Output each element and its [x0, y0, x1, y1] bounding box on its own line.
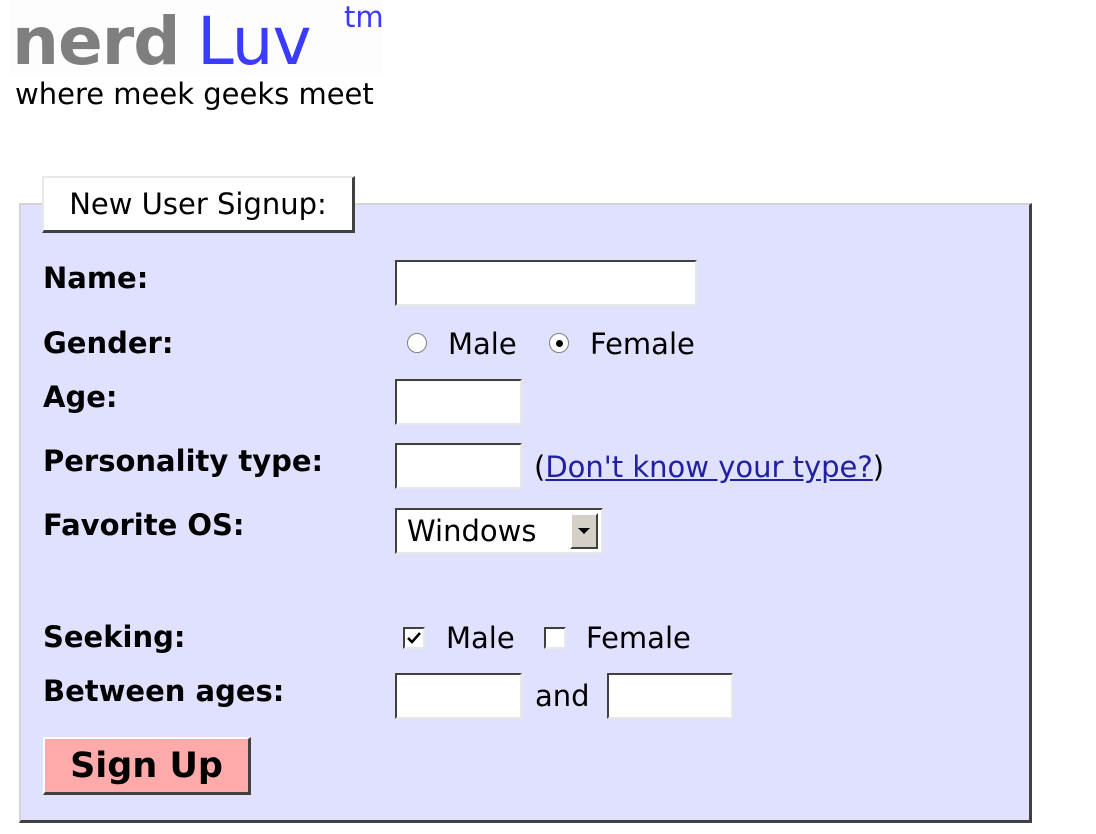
chevron-down-icon — [578, 528, 590, 534]
logo-trademark: tm — [344, 0, 384, 34]
personality-type-input[interactable] — [395, 443, 522, 489]
radio-selected-dot — [556, 340, 563, 347]
dont-know-type-link[interactable]: Don't know your type? — [545, 450, 872, 484]
seeking-female-label: Female — [586, 621, 691, 655]
gender-female-radio[interactable] — [549, 333, 569, 353]
age-label: Age: — [43, 380, 118, 414]
checkmark-icon — [407, 632, 421, 644]
gender-label: Gender: — [43, 326, 174, 360]
favorite-os-value: Windows — [407, 514, 537, 548]
min-age-input[interactable] — [395, 673, 522, 719]
paren-close: ) — [872, 450, 885, 484]
and-label: and — [535, 679, 590, 713]
personality-type-label: Personality type: — [43, 444, 324, 478]
age-input[interactable] — [395, 379, 522, 425]
gender-male-radio[interactable] — [407, 333, 427, 353]
logo-text-luv: Luv — [197, 3, 311, 80]
name-input[interactable] — [395, 260, 697, 306]
favorite-os-label: Favorite OS: — [43, 508, 245, 542]
gender-male-label: Male — [448, 327, 517, 361]
max-age-input[interactable] — [607, 673, 733, 719]
logo-text-nerd: nerd — [12, 3, 181, 80]
site-tagline: where meek geeks meet — [15, 77, 374, 111]
seeking-male-checkbox[interactable] — [403, 627, 425, 649]
signup-legend: New User Signup: — [42, 176, 355, 233]
between-ages-label: Between ages: — [43, 674, 285, 708]
gender-female-label: Female — [590, 327, 695, 361]
name-label: Name: — [43, 261, 149, 295]
dropdown-button[interactable] — [570, 513, 598, 549]
site-logo: nerd Luv tm — [10, 0, 384, 80]
paren-open: ( — [534, 450, 546, 484]
favorite-os-select[interactable]: Windows — [395, 508, 603, 554]
seeking-male-label: Male — [446, 621, 515, 655]
sign-up-button[interactable]: Sign Up — [43, 737, 251, 795]
seeking-female-checkbox[interactable] — [544, 627, 566, 649]
personality-help: (Don't know your type?) — [534, 449, 884, 485]
seeking-label: Seeking: — [43, 620, 186, 654]
